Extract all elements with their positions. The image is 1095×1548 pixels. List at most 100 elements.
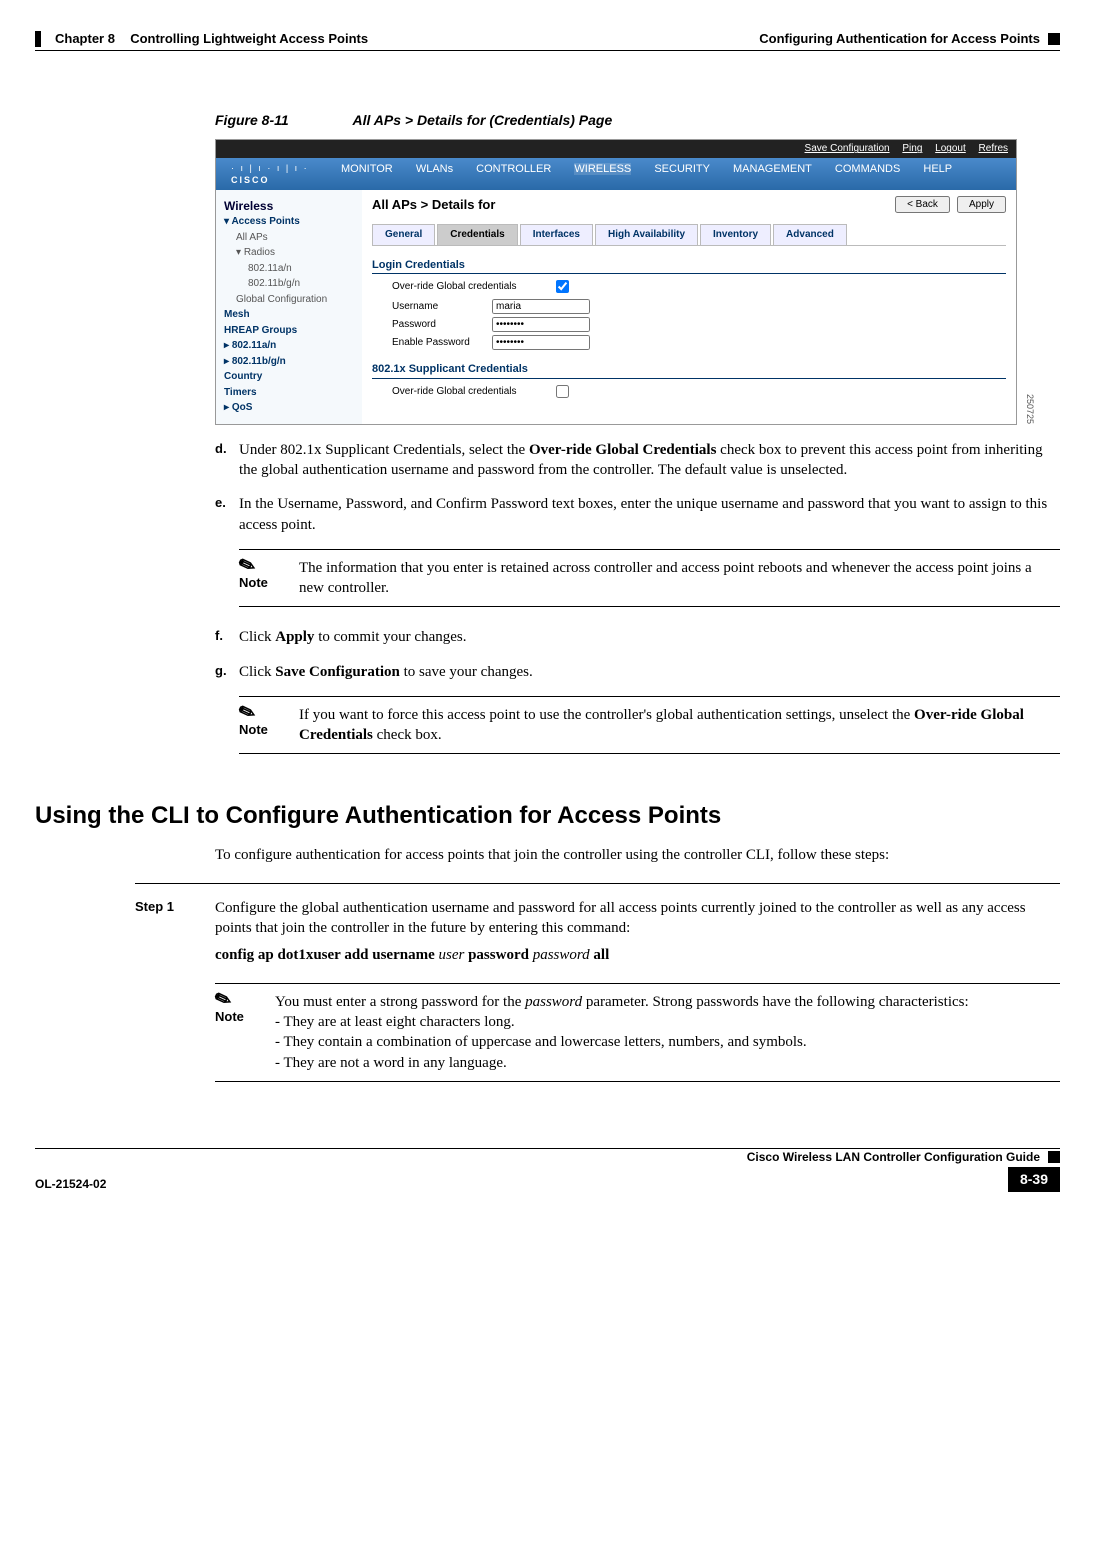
menu-commands[interactable]: COMMANDS [835, 163, 900, 175]
override-global-supplicant-checkbox[interactable] [556, 385, 569, 398]
book-title: Cisco Wireless LAN Controller Configurat… [747, 1149, 1040, 1165]
figure-number: Figure 8-11 [215, 112, 289, 128]
enable-password-input[interactable] [492, 335, 590, 350]
header-bar-icon [35, 31, 41, 47]
sidebar-item-80211an[interactable]: 802.11a/n [224, 261, 354, 277]
detail-tabs: General Credentials Interfaces High Avai… [372, 224, 1006, 246]
step-list: d. Under 802.1x Supplicant Credentials, … [215, 440, 1060, 761]
tab-interfaces[interactable]: Interfaces [520, 224, 593, 245]
tab-high-availability[interactable]: High Availability [595, 224, 698, 245]
menu-security[interactable]: SECURITY [654, 163, 710, 175]
ss-topbar: Save Configuration Ping Logout Refres [216, 140, 1016, 158]
footer-right: Cisco Wireless LAN Controller Configurat… [747, 1149, 1060, 1192]
password-label: Password [392, 318, 492, 332]
footer-box-icon [1048, 1151, 1060, 1163]
ping-link[interactable]: Ping [902, 143, 922, 154]
save-config-link[interactable]: Save Configuration [805, 143, 890, 154]
note-2: ✎ Note If you want to force this access … [239, 696, 1060, 755]
sidebar-item-80211bgn[interactable]: 802.11b/g/n [224, 276, 354, 292]
supplicant-credentials-section: 802.1x Supplicant Credentials [372, 362, 1006, 379]
tab-advanced[interactable]: Advanced [773, 224, 847, 245]
sidebar-item-qos[interactable]: ▸ QoS [224, 400, 354, 416]
menu-controller[interactable]: CONTROLLER [476, 163, 551, 175]
screenshot-id: 250725 [1024, 394, 1036, 424]
step-e-marker: e. [215, 494, 239, 613]
tab-credentials[interactable]: Credentials [437, 224, 517, 245]
sidebar-item-timers[interactable]: Timers [224, 385, 354, 401]
book-title-row: Cisco Wireless LAN Controller Configurat… [747, 1149, 1060, 1167]
figure-caption: Figure 8-11 All APs > Details for (Crede… [215, 111, 1060, 130]
cli-step-1: Step 1 Configure the global authenticati… [135, 883, 1060, 1088]
logout-link[interactable]: Logout [935, 143, 966, 154]
menu-monitor[interactable]: MONITOR [341, 163, 393, 175]
note-icon: ✎ Note [239, 705, 299, 746]
menu-wireless[interactable]: WIRELESS [574, 163, 631, 175]
ss-main: All APs > Details for < Back Apply Gener… [362, 190, 1016, 424]
chapter-number: Chapter 8 [55, 30, 115, 48]
step-d-text: Under 802.1x Supplicant Credentials, sel… [239, 440, 1060, 481]
header-box-icon [1048, 33, 1060, 45]
menu-help[interactable]: HELP [923, 163, 952, 175]
sidebar-item-country[interactable]: Country [224, 369, 354, 385]
tab-inventory[interactable]: Inventory [700, 224, 771, 245]
enable-password-label: Enable Password [392, 336, 492, 350]
step-g-text: Click Save Configuration to save your ch… [239, 662, 1060, 761]
cisco-logo-text: CISCO [231, 174, 331, 186]
back-button[interactable]: < Back [895, 196, 950, 213]
password-row: Password [392, 317, 1006, 332]
cli-step-1-text: Configure the global authentication user… [215, 898, 1060, 939]
step-g-marker: g. [215, 662, 239, 761]
menu-management[interactable]: MANAGEMENT [733, 163, 812, 175]
username-label: Username [392, 300, 492, 314]
sidebar-item-radios[interactable]: ▾ Radios [224, 245, 354, 261]
override-global-supplicant-label: Over-ride Global credentials [392, 385, 552, 399]
cli-command: config ap dot1xuser add username user pa… [215, 945, 1060, 965]
note-3-text: You must enter a strong password for the… [275, 992, 1060, 1073]
note-icon: ✎ Note [215, 992, 275, 1073]
step-e-text: In the Username, Password, and Confirm P… [239, 494, 1060, 613]
section-title-header: Configuring Authentication for Access Po… [759, 30, 1040, 48]
figure-title: All APs > Details for (Credentials) Page [353, 112, 613, 128]
embedded-screenshot: Save Configuration Ping Logout Refres · … [215, 139, 1017, 424]
cisco-logo-bars: · ı | ı · ı | ı · [231, 162, 331, 174]
ss-body: Wireless ▾ Access Points All APs ▾ Radio… [216, 190, 1016, 424]
header-left: Chapter 8 Controlling Lightweight Access… [35, 30, 368, 48]
tab-general[interactable]: General [372, 224, 435, 245]
note-2-text: If you want to force this access point t… [299, 705, 1060, 746]
step-e: e. In the Username, Password, and Confir… [215, 494, 1060, 613]
sidebar-item-80211an-main[interactable]: ▸ 802.11a/n [224, 338, 354, 354]
sidebar-item-hreap[interactable]: HREAP Groups [224, 323, 354, 339]
page-header: Chapter 8 Controlling Lightweight Access… [35, 30, 1060, 51]
override-global-supplicant-row: Over-ride Global credentials [392, 382, 1006, 401]
sidebar-item-80211bgn-main[interactable]: ▸ 802.11b/g/n [224, 354, 354, 370]
step-d: d. Under 802.1x Supplicant Credentials, … [215, 440, 1060, 481]
username-row: Username [392, 299, 1006, 314]
doc-id: OL-21524-02 [35, 1173, 106, 1192]
override-global-login-row: Over-ride Global credentials [392, 277, 1006, 296]
cli-step-1-label: Step 1 [135, 898, 215, 1088]
chapter-title: Controlling Lightweight Access Points [130, 30, 368, 48]
sidebar-item-all-aps[interactable]: All APs [224, 230, 354, 246]
enable-password-row: Enable Password [392, 335, 1006, 350]
ss-sidebar: Wireless ▾ Access Points All APs ▾ Radio… [216, 190, 362, 424]
sidebar-item-global-config[interactable]: Global Configuration [224, 292, 354, 308]
cli-section-title: Using the CLI to Configure Authenticatio… [35, 800, 1060, 832]
refresh-link[interactable]: Refres [979, 143, 1008, 154]
password-input[interactable] [492, 317, 590, 332]
note-1: ✎ Note The information that you enter is… [239, 549, 1060, 608]
menu-wlans[interactable]: WLANs [416, 163, 453, 175]
apply-button[interactable]: Apply [957, 196, 1006, 213]
cli-step-1-content: Configure the global authentication user… [215, 898, 1060, 1088]
note-3: ✎ Note You must enter a strong password … [215, 983, 1060, 1082]
override-global-login-label: Over-ride Global credentials [392, 280, 552, 294]
page-footer: OL-21524-02 Cisco Wireless LAN Controlle… [35, 1148, 1060, 1192]
override-global-login-checkbox[interactable] [556, 280, 569, 293]
login-credentials-section: Login Credentials [372, 258, 1006, 275]
main-menu: MONITOR WLANs CONTROLLER WIRELESS SECURI… [331, 162, 962, 186]
sidebar-item-mesh[interactable]: Mesh [224, 307, 354, 323]
ss-menubar: · ı | ı · ı | ı · CISCO MONITOR WLANs CO… [216, 158, 1016, 190]
username-input[interactable] [492, 299, 590, 314]
sidebar-title: Wireless [224, 198, 354, 214]
sidebar-item-access-points[interactable]: ▾ Access Points [224, 214, 354, 230]
note-icon: ✎ Note [239, 558, 299, 599]
